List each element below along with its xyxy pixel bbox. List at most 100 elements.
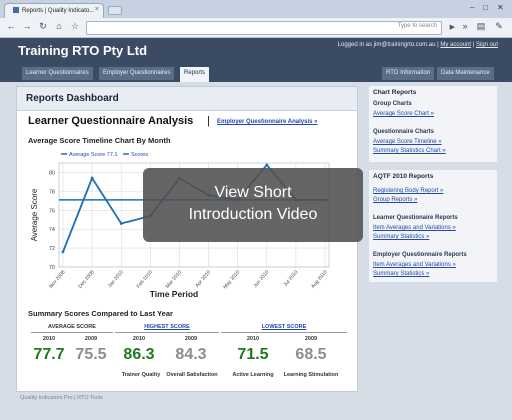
y-tick-label: 74: [49, 227, 55, 233]
footer-text: Quality Indicators Pro | RTO Tools: [20, 395, 103, 401]
x-tick-label: Apr 2010: [194, 269, 212, 289]
title-separator: |: [207, 115, 210, 127]
nav-tab-reports[interactable]: Reports: [180, 67, 210, 82]
wrench-icon[interactable]: ✎: [492, 21, 506, 32]
tab-close-icon[interactable]: ×: [95, 6, 99, 13]
minimize-icon[interactable]: –: [470, 3, 474, 12]
data-point: [265, 163, 269, 167]
highest-score-link[interactable]: HIGHEST SCORE: [144, 324, 190, 330]
user-bar: Logged in as jim@trainingrto.com.au | My…: [337, 42, 498, 48]
lowest-score-header: LOWEST SCORE: [221, 324, 347, 333]
y-tick-label: 70: [49, 265, 55, 271]
summary-statistics-chart-link[interactable]: Summary Statistics Chart »: [373, 148, 446, 154]
close-window-icon[interactable]: ✕: [497, 3, 504, 12]
favicon-icon: [13, 7, 19, 13]
intro-video-overlay[interactable]: View Short Introduction Video: [143, 168, 363, 242]
overlay-line-1: View Short: [214, 184, 292, 201]
average-score-2009: 75.5: [75, 346, 107, 363]
learner-reports-heading: Learner Questionaire Reports: [373, 215, 458, 221]
x-tick-label: Aug 2010: [310, 269, 328, 289]
year-previous: 2009: [184, 336, 198, 342]
y-axis-label: Average Score: [30, 188, 39, 241]
data-point: [119, 222, 123, 225]
extensions-icon[interactable]: »: [458, 21, 472, 31]
chart-reports-heading: Chart Reports: [373, 89, 417, 96]
year-current: 2010: [42, 336, 56, 342]
employer-reports-heading: Employer Questionnaire Reports: [373, 252, 467, 258]
x-tick-label: Jul 2010: [283, 269, 300, 288]
highest-score-header: HIGHEST SCORE: [115, 324, 219, 333]
reload-icon[interactable]: ↻: [36, 21, 50, 32]
group-reports-link[interactable]: Group Reports »: [373, 197, 417, 203]
tab-title: Reports | Quality Indicato...: [22, 8, 95, 14]
maximize-icon[interactable]: □: [483, 3, 488, 12]
browser-tabstrip: Reports | Quality Indicato... × – □ ✕: [0, 0, 512, 18]
chart-title: Average Score Timeline Chart By Month: [28, 136, 171, 145]
my-account-link[interactable]: My account: [440, 42, 471, 48]
browser-toolbar: ← → ↻ ⌂ ☆ Type to search ▶ » ▤ ✎: [0, 18, 512, 38]
browser-tab[interactable]: Reports | Quality Indicato... ×: [4, 3, 104, 18]
lowest-score-2009: 68.5: [295, 346, 327, 363]
year-current: 2010: [246, 336, 260, 342]
learner-summary-statistics-link[interactable]: Summary Statistics »: [373, 234, 429, 240]
x-tick-label: Nov 2008: [48, 269, 66, 289]
site-title: Training RTO Pty Ltd: [18, 43, 148, 58]
go-arrow-icon[interactable]: ▶: [450, 23, 455, 31]
x-tick-label: Jan 2010: [107, 269, 125, 289]
x-tick-label: Feb 2010: [136, 269, 154, 289]
employer-summary-statistics-link[interactable]: Summary Statistics »: [373, 271, 429, 277]
year-current: 2010: [132, 336, 146, 342]
dashboard-header: Reports Dashboard: [17, 87, 357, 111]
average-score-timeline-link[interactable]: Average Score Timeline »: [373, 139, 442, 145]
reports-sidebar: Chart Reports Group Charts Average Score…: [369, 86, 497, 392]
chart-reports-box: Chart Reports Group Charts Average Score…: [369, 86, 497, 162]
questionnaire-charts-heading: Questionnaire Charts: [373, 129, 435, 135]
forward-arrow-icon[interactable]: →: [20, 21, 34, 31]
logged-in-text: Logged in as jim@trainingrto.com.au: [337, 42, 436, 48]
overlay-line-2: Introduction Video: [188, 206, 318, 223]
address-bar[interactable]: Type to search ▶: [86, 21, 455, 35]
data-point: [61, 250, 65, 254]
average-score-header: AVERAGE SCORE: [31, 324, 113, 333]
nav-tab-learner-questionnaires[interactable]: Learner Questionnaires: [22, 67, 93, 80]
metric-label: Learning Stimulation: [283, 372, 339, 378]
y-tick-label: 78: [49, 189, 55, 195]
site-header: Training RTO Pty Ltd Logged in as jim@tr…: [0, 38, 512, 82]
employer-item-averages-link[interactable]: Item Averages and Variations »: [373, 262, 456, 268]
employer-analysis-link[interactable]: Employer Questionnaire Analysis »: [217, 119, 317, 125]
x-tick-label: Dec 2008: [77, 269, 95, 289]
average-score-2010: 77.7: [33, 346, 65, 363]
registering-body-report-link[interactable]: Registering Body Report »: [373, 188, 443, 194]
group-charts-heading: Group Charts: [373, 101, 412, 107]
lowest-score-2010: 71.5: [237, 346, 269, 363]
x-axis-label: Time Period: [150, 289, 199, 299]
star-icon[interactable]: ☆: [68, 21, 82, 32]
nav-tab-employer-questionnaires[interactable]: Employer Questionnaires: [99, 67, 175, 80]
search-placeholder: Type to search: [397, 23, 437, 29]
y-tick-label: 76: [49, 208, 55, 214]
y-tick-label: 80: [49, 170, 55, 176]
year-previous: 2009: [304, 336, 318, 342]
highest-score-2010: 86.3: [123, 346, 155, 363]
nav-tab-data-maintenance[interactable]: Data Maintenance: [437, 67, 494, 80]
data-point: [90, 176, 94, 180]
legend-label: Average Score 77.1: [69, 152, 118, 158]
x-tick-label: Mar 2010: [165, 269, 183, 289]
y-tick-label: 72: [49, 246, 55, 252]
aqtf-reports-heading: AQTF 2010 Reports: [373, 173, 434, 180]
year-previous: 2009: [84, 336, 98, 342]
summary-title: Summary Scores Compared to Last Year: [28, 309, 173, 318]
nav-tab-rto-information[interactable]: RTO Information: [382, 67, 435, 80]
legend-label: Scores: [131, 152, 148, 158]
lowest-score-link[interactable]: LOWEST SCORE: [262, 324, 307, 330]
new-tab-button[interactable]: [108, 6, 122, 15]
aqtf-reports-box: AQTF 2010 Reports Registering Body Repor…: [369, 170, 497, 282]
sign-out-link[interactable]: Sign out: [476, 42, 498, 48]
home-icon[interactable]: ⌂: [52, 21, 66, 31]
page-menu-icon[interactable]: ▤: [474, 21, 488, 32]
x-tick-label: May 2010: [222, 269, 241, 290]
back-arrow-icon[interactable]: ←: [4, 21, 18, 31]
average-score-chart-link[interactable]: Average Score Chart »: [373, 111, 434, 117]
x-tick-label: Jun 2010: [252, 269, 270, 289]
learner-item-averages-link[interactable]: Item Averages and Variations »: [373, 225, 456, 231]
